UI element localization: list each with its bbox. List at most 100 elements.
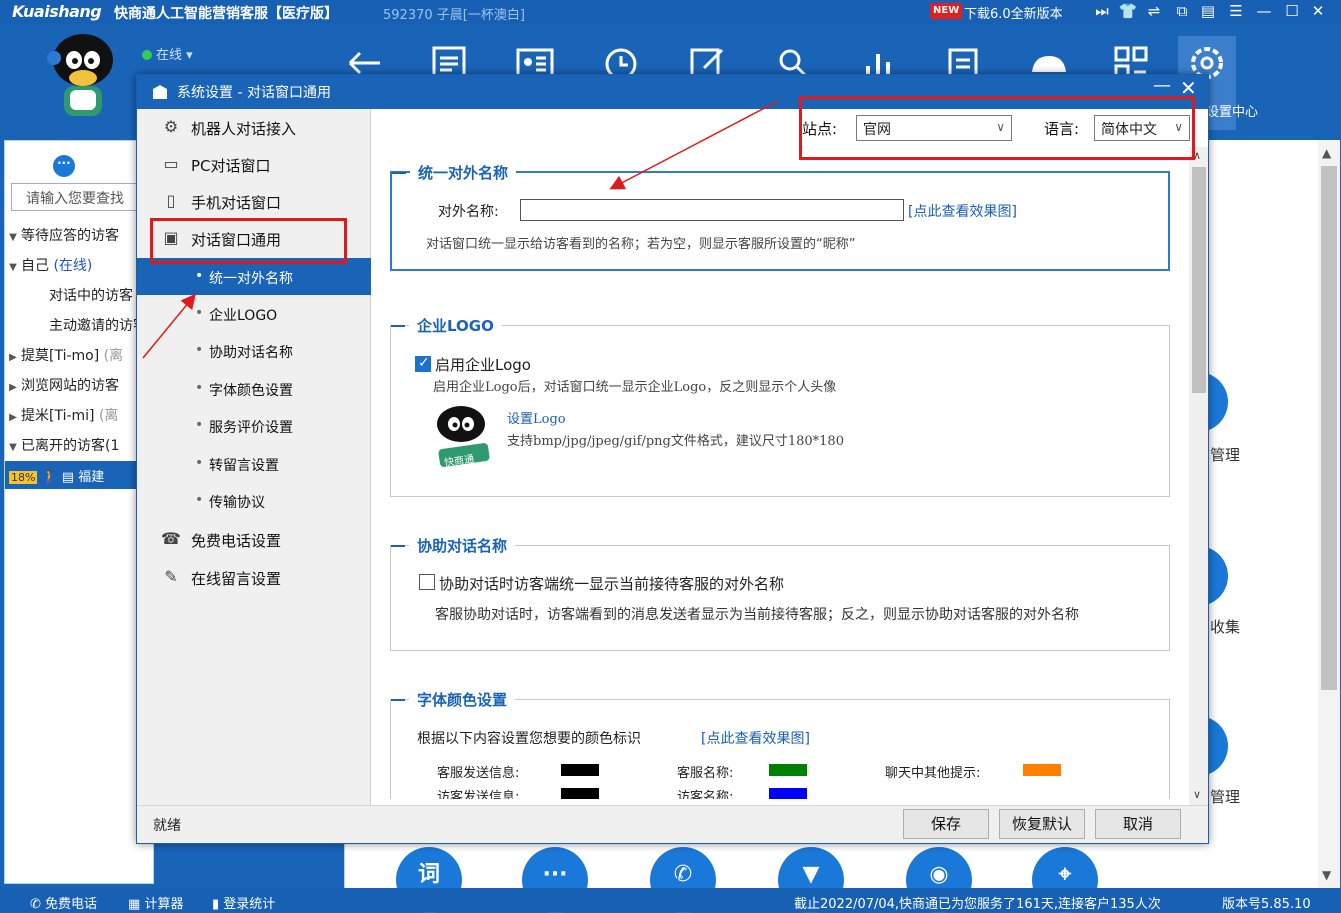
- stats-icon: ▮: [212, 897, 220, 912]
- main-scrollbar[interactable]: ▲ ▼: [1318, 140, 1340, 888]
- color-item-label: 客服发送信息:: [437, 766, 520, 781]
- assist-name-desc: 客服协助对话时，访客端看到的消息发送者显示为当前接待客服；反之，则显示协助对话客…: [435, 607, 1079, 623]
- message-icon[interactable]: ▤: [1198, 2, 1218, 20]
- tree-left[interactable]: ▼ 已离开的访客(1: [5, 435, 119, 455]
- tree-timi[interactable]: ▶ 提米[Ti-mi] (离: [5, 405, 118, 425]
- scroll-down-icon[interactable]: ▼: [1322, 868, 1331, 882]
- mascot-avatar: [47, 34, 113, 116]
- free-call-link[interactable]: ✆ 免费电话: [30, 893, 97, 912]
- menu-online-message[interactable]: ✎ 在线留言设置: [137, 559, 371, 596]
- download-link[interactable]: 下载6.0全新版本: [964, 3, 1063, 22]
- save-button[interactable]: 保存: [903, 809, 989, 839]
- tree-browsing[interactable]: ▶ 浏览网站的访客: [5, 375, 119, 395]
- edit-note-icon: ✎: [164, 567, 178, 586]
- online-status[interactable]: 在线 ▾: [142, 44, 193, 63]
- visitor-panel: 请输入您要查找 ▼等待应答的访客 ▼自己 (在线) 对话中的访客 主动邀请的访客…: [4, 140, 161, 884]
- preview-link[interactable]: [点此查看效果图]: [908, 201, 1017, 221]
- section-logo: 企业LOGO 启用企业Logo 启用企业Logo后，对话窗口统一显示企业Logo…: [390, 315, 1170, 497]
- enable-logo-desc: 启用企业Logo后，对话窗口统一显示企业Logo，反之则显示个人头像: [433, 380, 837, 395]
- enable-logo-checkbox[interactable]: [415, 355, 431, 372]
- dialog-minimize-icon[interactable]: —: [1153, 75, 1171, 96]
- color-item-label: 客服名称:: [677, 766, 734, 781]
- settings-center-label[interactable]: 设置中心: [1206, 101, 1258, 120]
- dialog-status: 就绪: [153, 818, 181, 834]
- color-item-label: 访客名称:: [677, 790, 734, 799]
- filter-icon[interactable]: ⇌: [1144, 2, 1164, 20]
- logo-format-desc: 支持bmp/jpg/jpeg/gif/png文件格式，建议尺寸180*180: [507, 434, 844, 449]
- font-color-preview-link[interactable]: [点此查看效果图]: [701, 728, 810, 748]
- submenu-font-color[interactable]: • 字体颜色设置: [137, 370, 371, 407]
- tree-waiting[interactable]: ▼ 等待应答的访客: [5, 225, 119, 245]
- enable-logo-label[interactable]: 启用企业Logo: [435, 354, 531, 375]
- color-swatch-agent-message[interactable]: [561, 764, 599, 776]
- section-title: 协助对话名称: [390, 535, 516, 556]
- menu-icon[interactable]: ☰: [1226, 2, 1246, 20]
- telephone-icon: ☎: [161, 529, 181, 548]
- menu-free-phone[interactable]: ☎ 免费电话设置: [137, 521, 371, 558]
- monitor-icon: ▭: [163, 154, 179, 173]
- app-titlebar: Kuaishang 快商通人工智能营销客服【医疗版】 592370 子晨[一杯澳…: [0, 0, 1341, 24]
- color-swatch-agent-name[interactable]: [769, 764, 807, 776]
- external-name-label: 对外名称:: [438, 204, 499, 220]
- feature-label-3: 管理: [1210, 788, 1241, 806]
- menu-mobile-window[interactable]: ▯ 手机对话窗口: [137, 183, 371, 220]
- shirt-icon[interactable]: 👕: [1118, 2, 1138, 20]
- settings-content: 站点: 官网 ∨ 语言: 简体中文 ∨ 统一对外名称 对外名称: [点此查看效果图]…: [372, 109, 1208, 805]
- minimize-icon[interactable]: —: [1254, 2, 1274, 20]
- color-item-label: 访客发送信息:: [437, 790, 520, 799]
- font-color-intro: 根据以下内容设置您想要的颜色标识: [417, 731, 641, 747]
- external-name-input[interactable]: [520, 199, 904, 221]
- dialog-title: 系统设置 - 对话窗口通用: [177, 85, 331, 101]
- dialog-scrollbar[interactable]: ∧ ∨: [1189, 147, 1208, 805]
- scroll-down-icon[interactable]: ∨: [1193, 788, 1201, 801]
- calculator-link[interactable]: ▦ 计算器: [128, 893, 183, 912]
- robot-icon: ⚙: [163, 117, 179, 136]
- section-title: 统一对外名称: [391, 162, 517, 183]
- color-swatch-other-tips[interactable]: [1023, 764, 1061, 776]
- cancel-button[interactable]: 取消: [1095, 809, 1181, 839]
- chat-icon[interactable]: [53, 155, 75, 177]
- menu-robot-chat[interactable]: ⚙ 机器人对话接入: [137, 109, 371, 146]
- submenu-logo[interactable]: • 企业LOGO: [137, 295, 371, 332]
- phone-small-icon: ✆: [30, 897, 41, 912]
- scroll-up-icon[interactable]: ▲: [1322, 146, 1331, 160]
- settings-dialog: 系统设置 - 对话窗口通用 — ✕ ⚙ 机器人对话接入 ▭ PC对话窗口 ▯ 手机对话…: [136, 74, 1209, 844]
- brand-logo: Kuaishang: [12, 2, 102, 21]
- submenu-assist-name[interactable]: • 协助对话名称: [137, 332, 371, 369]
- login-stats-link[interactable]: ▮ 登录统计: [212, 893, 275, 912]
- window-icon[interactable]: ⧉: [1172, 2, 1192, 20]
- section-title: 企业LOGO: [391, 315, 502, 336]
- tree-invited[interactable]: 主动邀请的访客: [49, 315, 147, 335]
- section-assist-name: 协助对话名称 协助对话时访客端统一显示当前接待客服的对外名称 客服协助对话时，访…: [390, 535, 1170, 651]
- app-title: 快商通人工智能营销客服【医疗版】: [114, 6, 338, 22]
- skip-icon[interactable]: ⏭: [1092, 2, 1112, 20]
- highlight-chat-general: [150, 218, 347, 264]
- settings-app-icon: [153, 85, 167, 99]
- selected-visitor-row[interactable]: 18% 🚶 ▤ 福建: [5, 461, 153, 489]
- calculator-icon: ▦: [128, 897, 141, 912]
- close-icon[interactable]: ✕: [1308, 2, 1328, 20]
- service-info: 截止2022/07/04,快商通已为您服务了161天,连接客户135人次: [794, 897, 1161, 912]
- submenu-rating[interactable]: • 服务评价设置: [137, 407, 371, 444]
- color-swatch-visitor-message[interactable]: [561, 788, 599, 799]
- app-statusbar: ✆ 免费电话 ▦ 计算器 ▮ 登录统计 截止2022/07/04,快商通已为您服…: [0, 888, 1341, 912]
- submenu-protocol[interactable]: • 传输协议: [137, 482, 371, 519]
- new-badge: NEW: [930, 3, 963, 19]
- restore-default-button[interactable]: 恢复默认: [999, 809, 1085, 839]
- menu-pc-window[interactable]: ▭ PC对话窗口: [137, 146, 371, 183]
- tree-chatting[interactable]: 对话中的访客: [49, 285, 133, 305]
- assist-name-option-label[interactable]: 协助对话时访客端统一显示当前接待客服的对外名称: [439, 573, 784, 594]
- scroll-thumb[interactable]: [1192, 167, 1206, 393]
- submenu-transfer-message[interactable]: • 转留言设置: [137, 445, 371, 482]
- tree-self[interactable]: ▼ 自己 (在线): [5, 255, 92, 275]
- phone-icon: ▯: [166, 191, 176, 210]
- settings-side-menu: ⚙ 机器人对话接入 ▭ PC对话窗口 ▯ 手机对话窗口 ▣ 对话窗口通用 • 统一对外名称…: [137, 109, 371, 805]
- maximize-icon[interactable]: ☐: [1282, 2, 1302, 20]
- assist-name-checkbox[interactable]: [419, 574, 435, 590]
- set-logo-link[interactable]: 设置Logo: [507, 408, 566, 427]
- version-info: 版本号5.85.10: [1222, 897, 1311, 912]
- tree-timo[interactable]: ▶ 提莫[Ti-mo] (离: [5, 345, 123, 365]
- color-swatch-visitor-name[interactable]: [769, 788, 807, 799]
- feature-label-1: 管理: [1210, 446, 1241, 464]
- settings-scroll-area: 统一对外名称 对外名称: [点此查看效果图] 对话窗口统一显示给访客看到的名称；…: [372, 147, 1208, 799]
